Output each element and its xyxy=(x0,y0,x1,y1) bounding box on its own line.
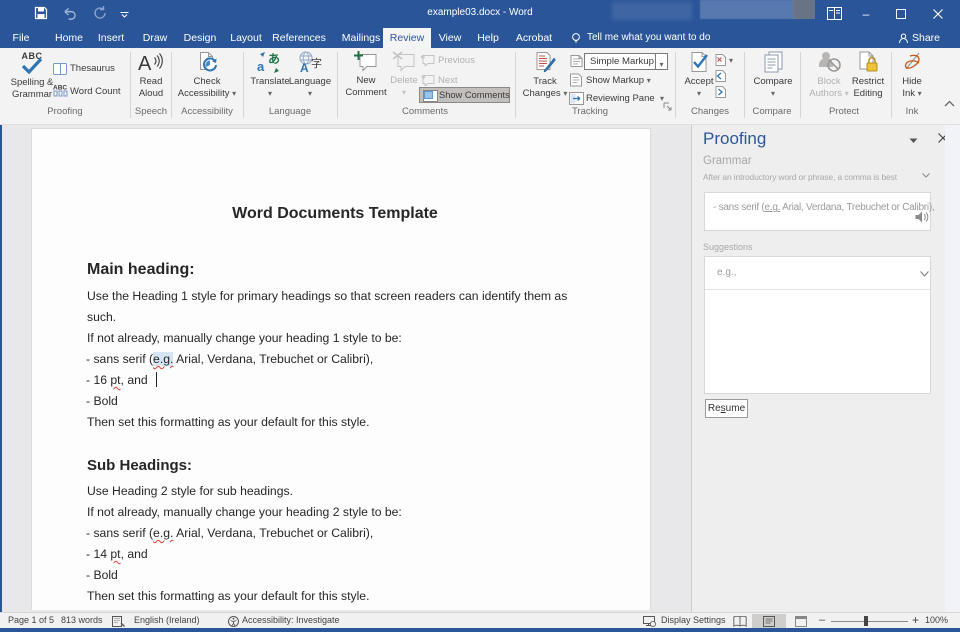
svg-text:ABC: ABC xyxy=(53,85,67,92)
svg-text:a: a xyxy=(257,59,265,73)
svg-text:字: 字 xyxy=(311,56,322,70)
svg-text:A: A xyxy=(300,61,309,73)
svg-text:A: A xyxy=(138,53,152,73)
svg-text:あ: あ xyxy=(268,52,280,66)
